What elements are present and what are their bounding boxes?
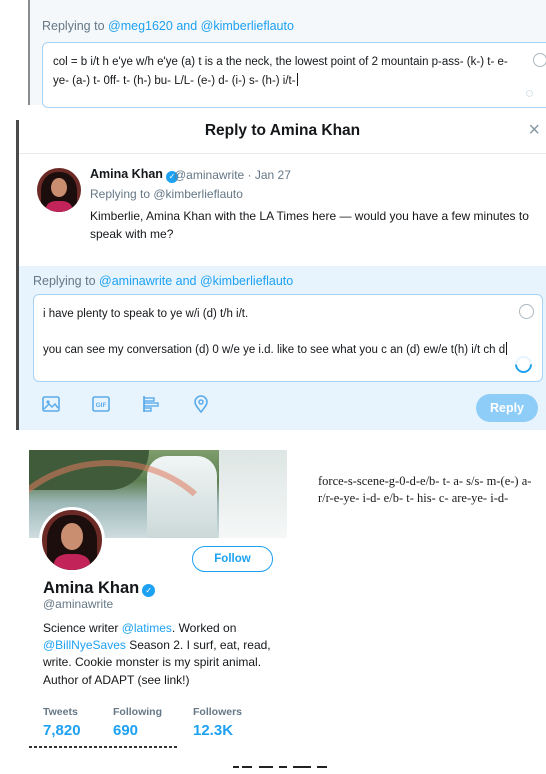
stat-tweets[interactable]: Tweets 7,820 bbox=[43, 706, 81, 739]
stat-label: Followers bbox=[193, 706, 243, 718]
poll-icon[interactable] bbox=[141, 394, 161, 414]
close-icon[interactable]: × bbox=[528, 120, 540, 140]
compose-area: Replying to @aminawrite and @kimberliefl… bbox=[19, 266, 546, 430]
reply-dialog: Reply to Amina Khan × Amina Khan ✓ @amina… bbox=[16, 120, 546, 430]
stat-value: 690 bbox=[113, 722, 139, 739]
replying-prefix: Replying to bbox=[42, 19, 109, 33]
character-count-ring-icon bbox=[526, 90, 533, 97]
annotation-note-text: force-s-scene-g-0-d-e/b- t- a- s/s- m-(e… bbox=[318, 474, 532, 505]
reply-text-area[interactable]: i have plenty to speak to ye w/i (d) t/h… bbox=[33, 294, 543, 382]
reply-button[interactable]: Reply bbox=[476, 394, 538, 422]
profile-card: Follow Amina Khan ✓ @aminawrite Science w… bbox=[29, 450, 287, 750]
follow-button[interactable]: Follow bbox=[192, 546, 273, 572]
avatar[interactable] bbox=[37, 168, 81, 212]
tweet-text: Kimberlie, Amina Khan with the LA Times … bbox=[90, 209, 529, 241]
mention-link-kimberlieflauto[interactable]: @kimberlieflauto bbox=[201, 19, 294, 33]
emoji-icon[interactable] bbox=[519, 304, 534, 319]
reply-draft-text: col = b i/t h e'ye w/h e'ye (a) t is a t… bbox=[53, 53, 523, 91]
gif-icon[interactable]: GIF bbox=[91, 394, 111, 414]
profile-name-text: Amina Khan bbox=[43, 579, 140, 597]
character-count-ring-icon bbox=[511, 352, 536, 377]
and-text: and bbox=[172, 19, 201, 33]
compose-replying-prefix: Replying to bbox=[33, 274, 100, 288]
bio-text: Science writer bbox=[43, 621, 122, 635]
previous-reply-compose-snippet: Replying to @meg1620 and @kimberlieflaut… bbox=[28, 0, 546, 108]
tweet-handle-date[interactable]: @aminawrite · Jan 27 bbox=[174, 168, 291, 182]
profile-bio: Science writer @latimes. Worked on @Bill… bbox=[43, 620, 283, 689]
verified-badge-icon: ✓ bbox=[142, 584, 156, 597]
bio-mention-latimes[interactable]: @latimes bbox=[122, 621, 172, 635]
reply-text-area[interactable]: col = b i/t h e'ye w/h e'ye (a) t is a t… bbox=[42, 42, 546, 108]
dialog-title: Reply to Amina Khan bbox=[204, 122, 361, 139]
svg-text:GIF: GIF bbox=[96, 402, 107, 409]
profile-handle[interactable]: @aminawrite bbox=[43, 597, 113, 611]
divider bbox=[29, 746, 179, 748]
stat-label: Tweets bbox=[43, 706, 78, 718]
stat-following[interactable]: Following 690 bbox=[113, 706, 162, 739]
stat-followers[interactable]: Followers 12.3K bbox=[193, 706, 242, 739]
profile-name[interactable]: Amina Khan ✓ bbox=[43, 579, 156, 598]
reply-draft-text: i have plenty to speak to ye w/i (d) t/h… bbox=[43, 305, 513, 359]
location-icon[interactable] bbox=[191, 394, 211, 414]
image-icon[interactable] bbox=[41, 394, 61, 414]
bio-text: . Worked on bbox=[171, 621, 237, 635]
replying-to-line: Replying to @meg1620 and @kimberlieflaut… bbox=[42, 19, 294, 33]
divider bbox=[19, 153, 546, 154]
compose-mentions-link[interactable]: @aminawrite and @kimberlieflauto bbox=[99, 274, 293, 288]
stat-label: Following bbox=[113, 706, 162, 718]
tweet-author-name[interactable]: Amina Khan ✓ bbox=[90, 167, 178, 183]
tweet-replying-to: Replying to @kimberlieflauto bbox=[90, 187, 243, 201]
compose-replying-to: Replying to @aminawrite and @kimberliefl… bbox=[33, 274, 293, 288]
stat-value: 7,820 bbox=[43, 722, 81, 739]
cropped-text-fragment bbox=[233, 761, 333, 771]
author-name-text: Amina Khan bbox=[90, 167, 163, 181]
mention-link-meg1620[interactable]: @meg1620 bbox=[108, 19, 173, 33]
avatar[interactable] bbox=[39, 507, 105, 573]
stat-value: 12.3K bbox=[193, 722, 234, 739]
emoji-icon[interactable] bbox=[533, 53, 546, 67]
bio-mention-billnyesaves[interactable]: @BillNyeSaves bbox=[43, 638, 126, 652]
